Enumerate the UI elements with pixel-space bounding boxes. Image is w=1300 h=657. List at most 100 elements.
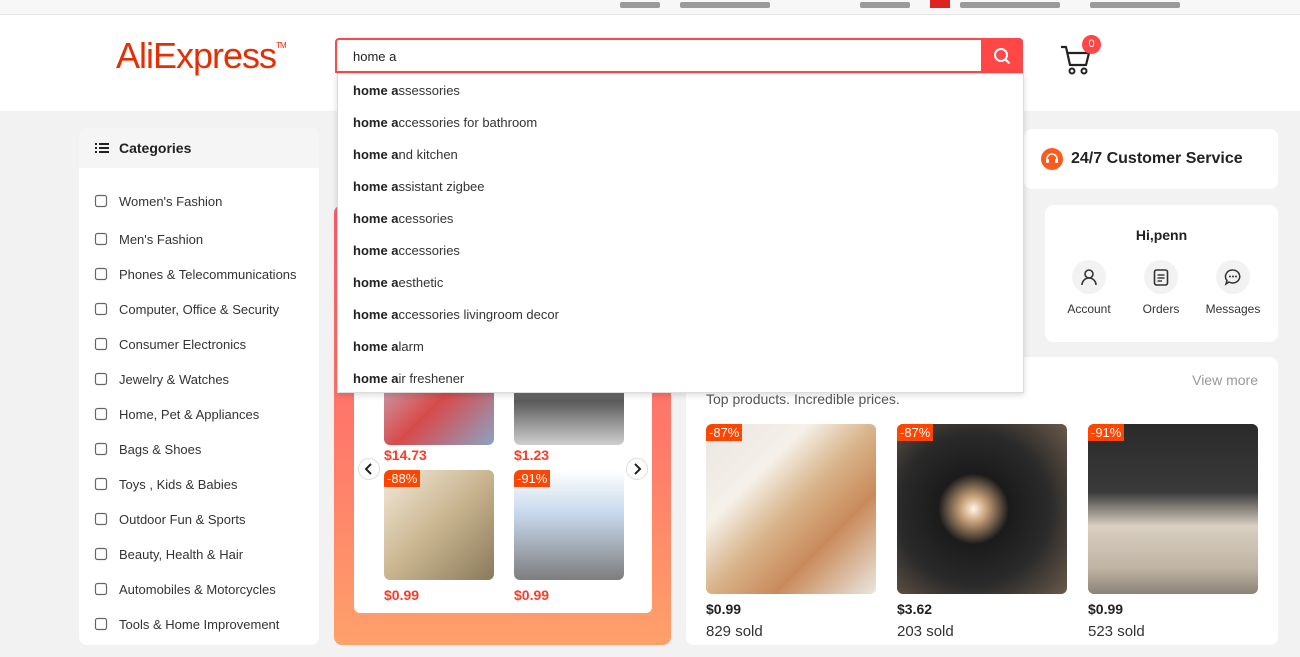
category-label: Tools & Home Improvement xyxy=(119,616,280,632)
cart-count-badge: 0 xyxy=(1082,35,1101,54)
search-suggestion-item[interactable]: home a cessories xyxy=(338,202,1023,234)
ring-icon xyxy=(91,370,111,388)
orders-icon xyxy=(1144,260,1178,294)
suggestion-completion: ssistant zigbee xyxy=(398,178,485,194)
chevron-right-icon xyxy=(634,463,642,475)
promo-product-image[interactable]: -91% xyxy=(514,470,624,580)
discount-badge: -91% xyxy=(1088,424,1125,441)
account-button[interactable]: Account xyxy=(1054,260,1124,316)
category-item[interactable]: Tools & Home Improvement xyxy=(91,614,279,634)
customer-service-label: 24/7 Customer Service xyxy=(1071,150,1243,167)
suggestion-completion: larm xyxy=(398,338,424,354)
categories-header[interactable]: Categories xyxy=(79,128,319,168)
customer-service-link[interactable]: 24/7 Customer Service xyxy=(1024,129,1278,189)
carousel-prev-button[interactable] xyxy=(358,458,380,480)
deal-product-image[interactable]: -87% xyxy=(706,424,876,594)
discount-badge: -87% xyxy=(706,424,743,441)
search-suggestion-item[interactable]: home a ir freshener xyxy=(338,362,1023,394)
view-more-link[interactable]: View more xyxy=(1192,372,1258,388)
promo-product-image[interactable]: -88% xyxy=(384,470,494,580)
sofa-icon xyxy=(91,405,111,423)
deal-product-image[interactable]: -91% xyxy=(1088,424,1258,594)
category-item[interactable]: Consumer Electronics xyxy=(91,334,246,354)
search-suggestion-item[interactable]: home a ccessories for bathroom xyxy=(338,106,1023,138)
category-item[interactable]: Home, Pet & Appliances xyxy=(91,404,259,424)
category-label: Phones & Telecommunications xyxy=(119,266,297,282)
top-bar-link[interactable] xyxy=(860,2,910,8)
category-item[interactable]: Bags & Shoes xyxy=(91,439,201,459)
discount-badge: -91% xyxy=(514,470,551,487)
bottle-icon xyxy=(91,475,111,493)
category-item[interactable]: Jewelry & Watches xyxy=(91,369,229,389)
category-label: Bags & Shoes xyxy=(119,441,202,457)
user-greeting: Hi,penn xyxy=(1135,227,1188,243)
top-bar-link[interactable] xyxy=(620,2,660,8)
account-icon xyxy=(1072,260,1106,294)
messages-icon xyxy=(1216,260,1250,294)
bag-icon xyxy=(91,440,111,458)
ball-icon xyxy=(91,510,111,528)
search-bar[interactable]: home a xyxy=(335,38,1023,73)
messages-button[interactable]: Messages xyxy=(1198,260,1268,316)
category-item[interactable]: Outdoor Fun & Sports xyxy=(91,509,245,529)
deal-product-card[interactable]: -87% $3.62 203 sold xyxy=(897,424,1067,640)
category-label: Jewelry & Watches xyxy=(119,371,230,387)
category-label: Outdoor Fun & Sports xyxy=(119,511,246,527)
chevron-left-icon xyxy=(364,463,372,475)
flag-icon[interactable] xyxy=(930,0,950,8)
cart-button[interactable]: 0 xyxy=(1058,35,1101,77)
suggestion-match: home a xyxy=(353,210,399,226)
orders-button[interactable]: Orders xyxy=(1126,260,1196,316)
deal-product-card[interactable]: -87% $0.99 829 sold xyxy=(706,424,876,640)
lipstick-icon xyxy=(91,545,111,563)
suggestion-completion: nd kitchen xyxy=(398,146,458,162)
category-label: Automobiles & Motorcycles xyxy=(119,581,276,597)
search-button[interactable] xyxy=(981,38,1023,73)
deal-product-image[interactable]: -87% xyxy=(897,424,1067,594)
top-bar-link[interactable] xyxy=(960,2,1060,8)
suggestion-match: home a xyxy=(353,242,399,258)
suggestion-completion: ir freshener xyxy=(398,370,465,386)
category-item[interactable]: Toys , Kids & Babies xyxy=(91,474,238,494)
search-suggestions-dropdown: home a ssessories home a ccessories for bat… xyxy=(337,73,1024,393)
headset-icon xyxy=(1041,148,1063,170)
discount-badge: -88% xyxy=(384,470,421,487)
category-label: Toys , Kids & Babies xyxy=(119,476,238,492)
category-label: Beauty, Health & Hair xyxy=(119,546,244,562)
category-item[interactable]: Phones & Telecommunications xyxy=(91,264,297,284)
top-utility-bar xyxy=(0,0,1300,15)
discount-badge: -87% xyxy=(897,424,934,441)
laptop-icon xyxy=(91,300,111,318)
user-panel: Hi,penn Account Orders Messages xyxy=(1045,205,1278,342)
orders-label: Orders xyxy=(1142,302,1180,316)
search-suggestion-item[interactable]: home a ssistant zigbee xyxy=(338,170,1023,202)
category-item[interactable]: Beauty, Health & Hair xyxy=(91,544,243,564)
account-label: Account xyxy=(1067,302,1111,316)
suggestion-match: home a xyxy=(353,82,399,98)
carousel-next-button[interactable] xyxy=(626,458,648,480)
aliexpress-logo[interactable]: AliExpressTM xyxy=(116,35,287,77)
category-label: Men's Fashion xyxy=(119,231,204,247)
category-item[interactable]: Automobiles & Motorcycles xyxy=(91,579,276,599)
search-suggestion-item[interactable]: home a larm xyxy=(338,330,1023,362)
promo-price: $1.23 xyxy=(514,447,550,463)
search-suggestion-item[interactable]: home a esthetic xyxy=(338,266,1023,298)
suggestion-completion: esthetic xyxy=(398,274,444,290)
deal-sold-count: 523 sold xyxy=(1088,623,1145,640)
search-suggestion-item[interactable]: home a nd kitchen xyxy=(338,138,1023,170)
category-item[interactable]: Men's Fashion xyxy=(91,229,203,249)
deal-product-card[interactable]: -91% $0.99 523 sold xyxy=(1088,424,1258,640)
top-bar-link[interactable] xyxy=(1090,2,1180,8)
search-suggestion-item[interactable]: home a ssessories xyxy=(338,74,1023,106)
category-label: Computer, Office & Security xyxy=(119,301,280,317)
search-suggestion-item[interactable]: home a ccessories livingroom decor xyxy=(338,298,1023,330)
top-bar-link[interactable] xyxy=(680,2,770,8)
category-item[interactable]: Computer, Office & Security xyxy=(91,299,279,319)
search-suggestion-item[interactable]: home a ccessories xyxy=(338,234,1023,266)
search-input[interactable]: home a xyxy=(353,49,396,64)
deal-sold-count: 829 sold xyxy=(706,623,763,640)
deal-price: $3.62 xyxy=(897,601,933,617)
camera-icon xyxy=(91,335,111,353)
category-item[interactable]: Women's Fashion xyxy=(91,191,222,211)
list-icon xyxy=(95,143,109,153)
